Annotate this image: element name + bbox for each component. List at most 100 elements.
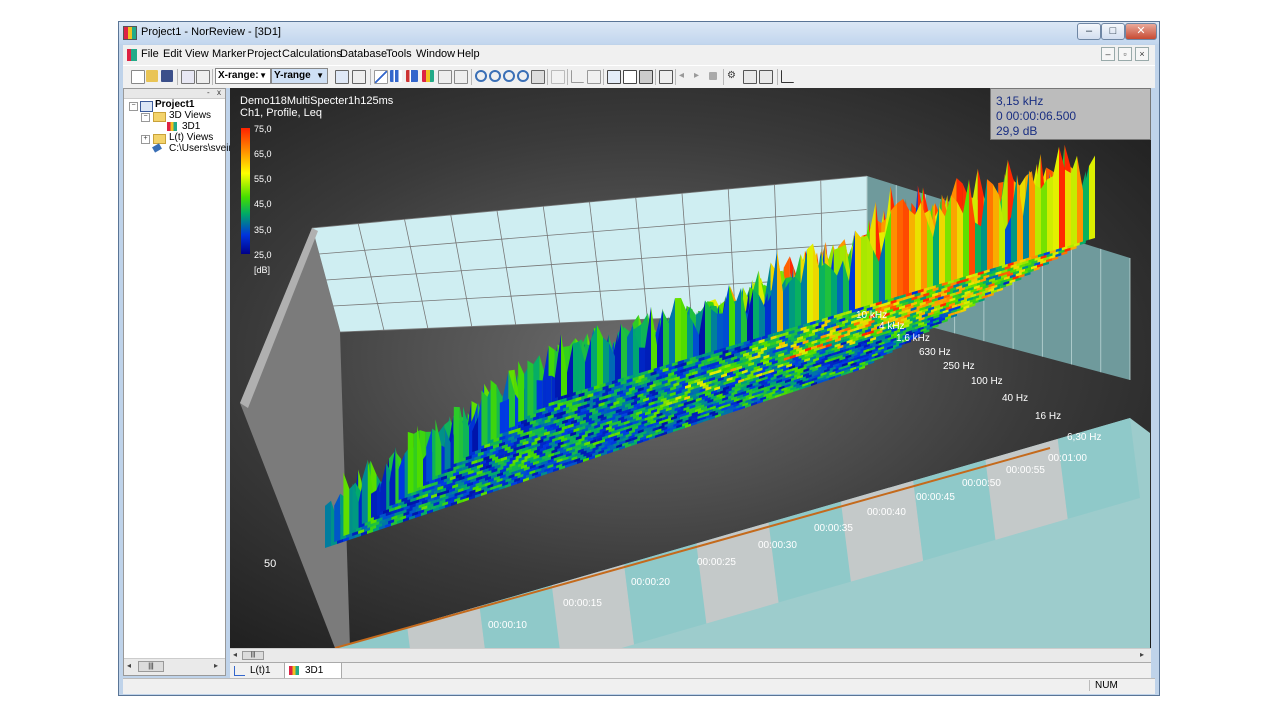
- zoom-fit-icon[interactable]: [531, 70, 545, 84]
- surface-strip: [343, 472, 350, 536]
- tree-scrollbar[interactable]: ◂ ||| ▸: [124, 658, 225, 675]
- tree-item-project[interactable]: Project1: [155, 99, 194, 110]
- y-range-combo[interactable]: Y-range ▼: [271, 68, 328, 84]
- tree-item-lt-views[interactable]: L(t) Views: [169, 132, 213, 143]
- zoom-x-icon[interactable]: [503, 70, 515, 82]
- axis-scale-icon[interactable]: [587, 70, 601, 84]
- spectrum-icon[interactable]: [406, 70, 418, 82]
- line-chart-icon[interactable]: [374, 70, 388, 84]
- menu-calculations[interactable]: Calculations: [282, 48, 342, 60]
- tree-item-path[interactable]: C:\Users\svein\: [169, 143, 237, 154]
- surface-strip: [705, 300, 711, 354]
- tree-item-3d-views[interactable]: 3D Views: [169, 110, 211, 121]
- minimize-button[interactable]: –: [1077, 23, 1101, 40]
- run-icon[interactable]: ⚙: [727, 70, 739, 82]
- window-title: Project1 - NorReview - [3D1]: [141, 26, 281, 38]
- colorbar-tick: 35,0: [254, 225, 272, 235]
- freq-label: 4 kHz: [879, 321, 905, 332]
- surface-strip: [939, 206, 945, 285]
- menu-window[interactable]: Window: [416, 48, 455, 60]
- stop-icon[interactable]: [709, 72, 717, 80]
- view-icon[interactable]: [607, 70, 621, 84]
- tree-icon[interactable]: [352, 70, 366, 84]
- zoom-out-icon[interactable]: [489, 70, 501, 82]
- layout-icon[interactable]: [639, 70, 653, 84]
- tab-lt1[interactable]: L(t)1: [230, 663, 289, 678]
- bar-chart-icon[interactable]: [390, 70, 402, 82]
- surface-strip: [897, 198, 903, 297]
- surface-strip: [1047, 176, 1053, 253]
- 3d-view[interactable]: Demo118MultiSpecter1h125ms Ch1, Profile,…: [230, 88, 1151, 648]
- surface-strip: [499, 400, 506, 434]
- time-label: 00:00:15: [563, 598, 602, 609]
- list-icon[interactable]: [743, 70, 757, 84]
- colorbar-tick: 55,0: [254, 174, 272, 184]
- tree-item-3d1[interactable]: 3D1: [182, 121, 200, 132]
- scroll-left-icon[interactable]: ◂: [233, 650, 237, 659]
- frequency-icon[interactable]: [781, 70, 794, 83]
- surface-strip: [435, 419, 442, 476]
- scroll-thumb[interactable]: |||: [138, 661, 164, 672]
- menu-database[interactable]: Database: [340, 48, 387, 60]
- tree-expand-icon[interactable]: +: [141, 135, 150, 144]
- play-icon[interactable]: ▸: [694, 70, 706, 82]
- zoom-in-icon[interactable]: [475, 70, 487, 82]
- time-label: 00:00:55: [1006, 465, 1045, 476]
- open-icon[interactable]: [146, 70, 158, 82]
- surface-strip: [807, 243, 813, 324]
- rewind-icon[interactable]: ◂: [679, 70, 691, 82]
- columns-icon[interactable]: [759, 70, 773, 84]
- 3d-chart-icon[interactable]: [422, 70, 434, 82]
- surface-strip: [1029, 170, 1035, 258]
- tab-3d1[interactable]: 3D1: [284, 663, 342, 678]
- menu-tools[interactable]: Tools: [386, 48, 412, 60]
- menu-project[interactable]: Project: [247, 48, 281, 60]
- folder-icon: [153, 112, 166, 122]
- mdi-restore-button[interactable]: ▫: [1118, 47, 1132, 61]
- zoom-y-icon[interactable]: [517, 70, 529, 82]
- mdi-minimize-button[interactable]: –: [1101, 47, 1115, 61]
- maximize-button[interactable]: □: [1101, 23, 1125, 40]
- text-icon[interactable]: [623, 70, 637, 84]
- mdi-close-button[interactable]: ×: [1135, 47, 1149, 61]
- table-icon[interactable]: [335, 70, 349, 84]
- app-icon: [123, 26, 137, 40]
- tree-collapse-icon[interactable]: −: [141, 113, 150, 122]
- surface-strip: [1089, 155, 1095, 240]
- scroll-thumb[interactable]: |||: [242, 651, 264, 660]
- plot-title: Demo118MultiSpecter1h125ms: [240, 95, 394, 107]
- surface-strip: [795, 276, 801, 327]
- menu-view[interactable]: View: [185, 48, 209, 60]
- menu-marker[interactable]: Marker: [212, 48, 246, 60]
- freq-label: 6,30 Hz: [1067, 432, 1102, 443]
- paste-icon[interactable]: [196, 70, 210, 84]
- menu-help[interactable]: Help: [457, 48, 480, 60]
- main-window: Project1 - NorReview - [3D1] – □ ✕ File …: [118, 21, 1160, 696]
- axis-icon[interactable]: [571, 70, 584, 83]
- project-tree-panel: - x − Project1 − 3D Views 3D1 + L(t) Vie…: [123, 88, 237, 676]
- grid-icon[interactable]: [454, 70, 468, 84]
- mdi-buttons: – ▫ ×: [1098, 47, 1149, 61]
- report-icon[interactable]: [438, 70, 452, 84]
- freq-label: 40 Hz: [1002, 393, 1029, 404]
- save-icon[interactable]: [161, 70, 173, 82]
- pin-icon[interactable]: -: [207, 88, 210, 97]
- view-scrollbar[interactable]: ◂ ||| ▸: [230, 648, 1151, 663]
- surface-strip: [855, 230, 861, 310]
- scroll-right-icon[interactable]: ▸: [1140, 650, 1144, 659]
- tree-collapse-icon[interactable]: −: [129, 102, 138, 111]
- export-icon[interactable]: [659, 70, 673, 84]
- close-icon[interactable]: x: [217, 88, 221, 97]
- title-bar: Project1 - NorReview - [3D1] – □ ✕: [119, 22, 1159, 44]
- scroll-left-icon[interactable]: ◂: [127, 661, 131, 670]
- copy-icon[interactable]: [181, 70, 195, 84]
- new-icon[interactable]: [131, 70, 145, 84]
- scroll-right-icon[interactable]: ▸: [214, 661, 218, 670]
- close-button[interactable]: ✕: [1125, 23, 1157, 40]
- x-range-combo[interactable]: X-range: ▼: [215, 68, 271, 84]
- menu-edit[interactable]: Edit: [163, 48, 182, 60]
- time-label: 00:00:20: [631, 577, 670, 588]
- menu-file[interactable]: File: [141, 48, 159, 60]
- document-icon[interactable]: [127, 49, 137, 61]
- marker-icon[interactable]: [551, 70, 565, 84]
